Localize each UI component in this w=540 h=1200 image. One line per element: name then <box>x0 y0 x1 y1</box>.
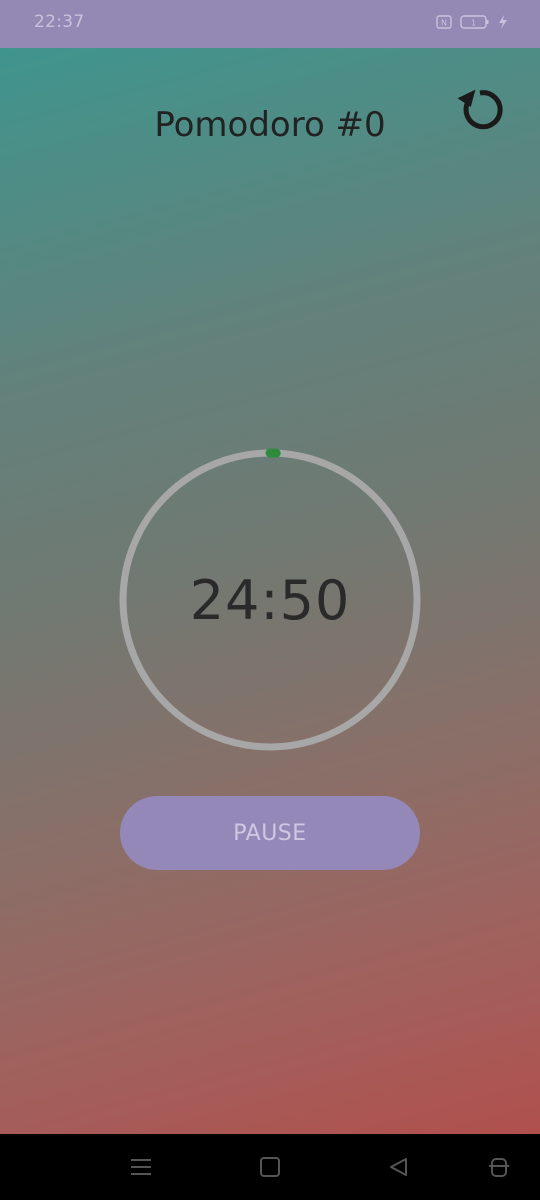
accessibility-icon <box>489 1158 509 1177</box>
home-button[interactable] <box>257 1154 283 1180</box>
status-icons: N 1 <box>436 14 508 30</box>
back-icon <box>390 1158 407 1176</box>
refresh-icon <box>457 89 503 130</box>
svg-text:N: N <box>441 19 447 28</box>
timer: 24:50 <box>116 446 424 754</box>
back-button[interactable] <box>386 1154 412 1180</box>
charging-bolt-icon <box>499 15 507 29</box>
status-bar: 22:37 N 1 <box>0 0 540 48</box>
home-icon <box>260 1157 280 1177</box>
menu-button[interactable] <box>128 1154 154 1180</box>
battery-level: 1 <box>471 19 476 28</box>
notification-box-icon: N <box>436 15 452 29</box>
app-screen: 22:37 N 1 Pomodoro #0 24:50 PAUSE <box>0 0 540 1200</box>
status-time: 22:37 <box>34 12 85 32</box>
pause-button[interactable]: PAUSE <box>120 796 420 870</box>
accessibility-button[interactable] <box>486 1154 512 1180</box>
menu-icon <box>131 1159 151 1175</box>
main-area: Pomodoro #0 24:50 PAUSE <box>0 48 540 1134</box>
timer-remaining: 24:50 <box>189 568 351 632</box>
navigation-bar <box>0 1134 540 1200</box>
battery-icon: 1 <box>460 15 489 29</box>
reset-button[interactable] <box>454 84 506 136</box>
